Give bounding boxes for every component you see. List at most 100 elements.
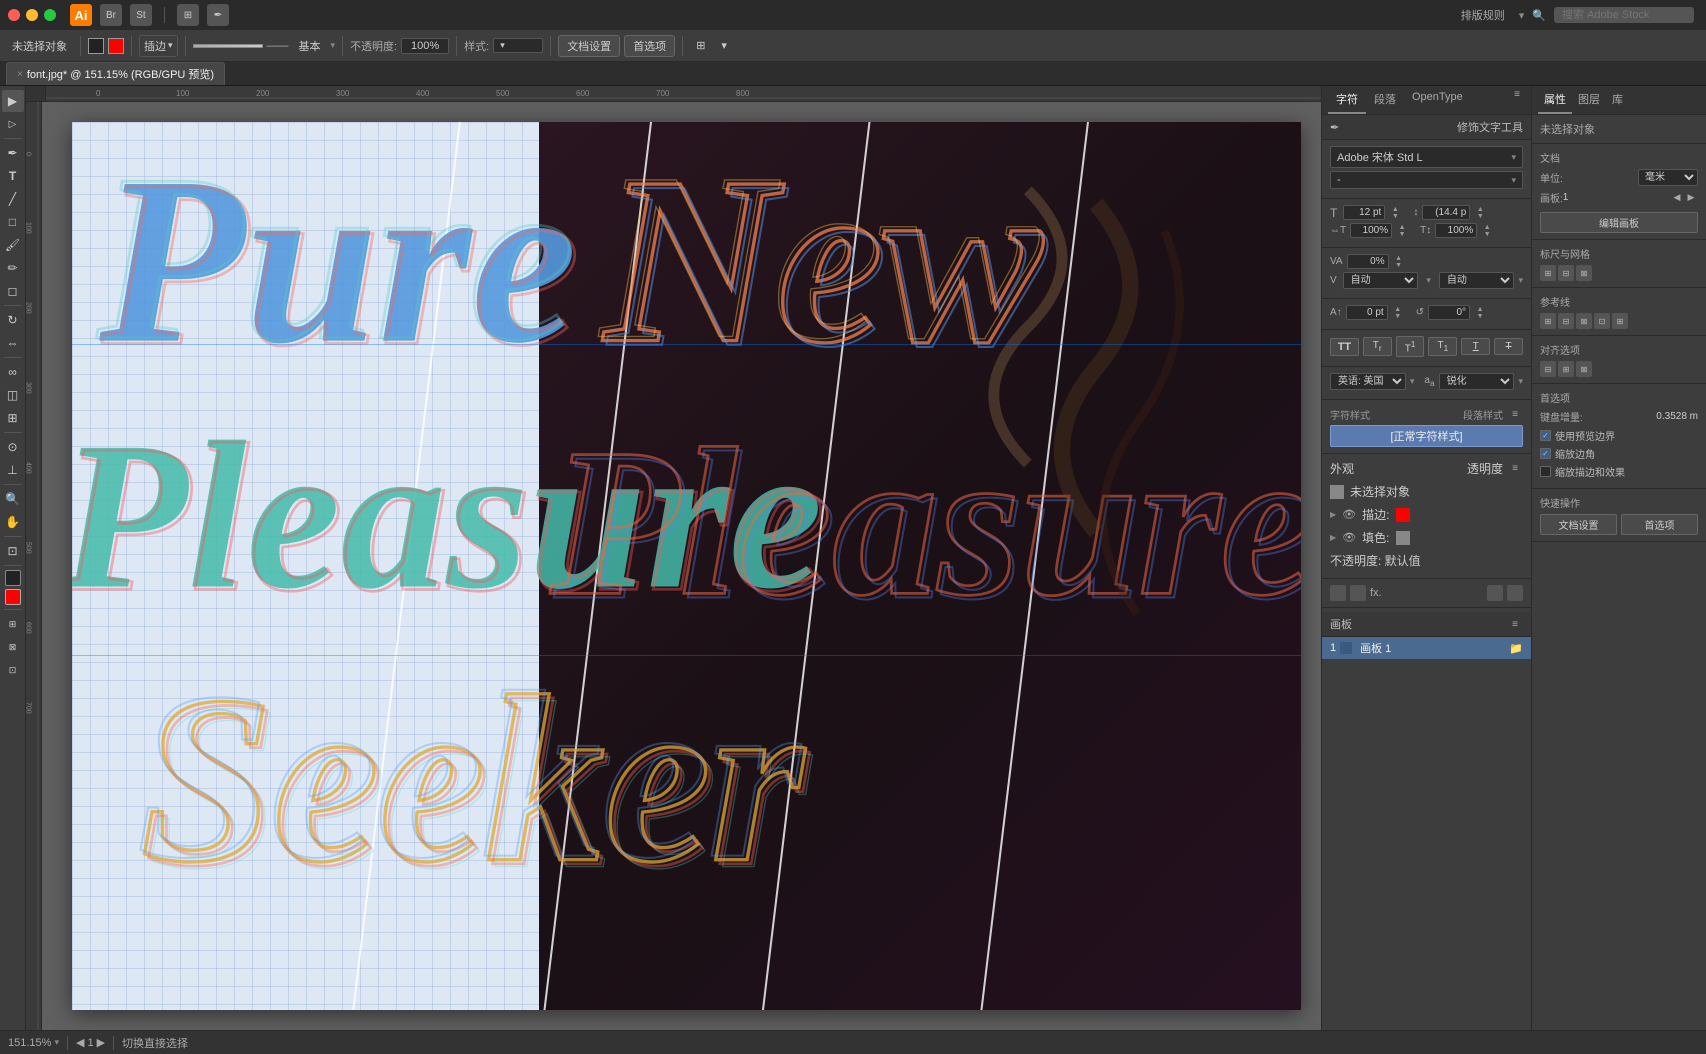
fill-swatch[interactable] [88,38,104,54]
hand-tool[interactable]: ✋ [2,511,24,533]
align-center-icon[interactable]: ⊞ [1558,361,1574,377]
file-tab[interactable]: × font.jpg* @ 151.15% (RGB/GPU 预览) [6,62,225,85]
preferences-btn[interactable]: 首选项 [624,35,675,57]
grid-icon[interactable]: ⊟ [1558,265,1574,281]
stroke-color-swatch[interactable] [1396,508,1410,522]
strikethrough-btn[interactable]: T [1494,338,1523,355]
grid-settings-icon[interactable]: ⊠ [1576,265,1592,281]
draw-outside[interactable]: ⊡ [2,659,24,681]
layout-rules-menu[interactable]: 排版规则 [1455,5,1511,25]
leading-spinner[interactable]: ▲▼ [1474,206,1486,220]
stroke-expand[interactable]: ▶ [1330,510,1336,519]
scale-corners-checkbox[interactable]: ✓ [1540,448,1551,459]
underline-btn[interactable]: T [1461,338,1490,355]
shape-tool[interactable]: □ [2,211,24,233]
direct-selection-tool[interactable]: ▷ [2,113,24,135]
scale-v-spinner[interactable]: ▲▼ [1481,224,1493,238]
align-left-icon[interactable]: ⊟ [1540,361,1556,377]
zoom-control[interactable]: 151.15% ▾ [8,1037,59,1049]
fill-color[interactable] [5,570,21,586]
close-btn[interactable] [8,9,20,21]
antialiasing-select[interactable]: 锐化 [1439,373,1515,390]
st-app-icon[interactable]: St [130,4,152,26]
fill-visibility-icon[interactable]: 👁 [1342,531,1356,545]
nav-next-btn[interactable]: ▶ [97,1036,105,1049]
pen-tool[interactable]: ✒ [2,142,24,164]
blend-tool[interactable]: ∞ [2,361,24,383]
duplicate-style-btn[interactable] [1487,585,1503,601]
gradient-tool[interactable]: ◫ [2,384,24,406]
normal-char-style-display[interactable]: [正常字符样式] [1330,425,1523,447]
doc-settings-btn[interactable]: 文档设置 [558,35,620,57]
artboard-1-row[interactable]: 1 画板 1 📁 [1322,637,1531,659]
scale-tool[interactable]: ⇔ [2,332,24,354]
baseline-input[interactable] [1346,305,1388,320]
normal-mode[interactable]: ⊞ [2,613,24,635]
language-select[interactable]: 英语: 美国 [1330,373,1406,390]
guide-icon-1[interactable]: ⊞ [1540,313,1556,329]
stroke-swatch[interactable] [108,38,124,54]
rotation-spinner[interactable]: ▲▼ [1474,306,1486,320]
clear-style-btn[interactable] [1350,585,1366,601]
rotation-input[interactable] [1428,305,1470,320]
all-caps-btn[interactable]: TT [1330,338,1359,356]
superscript-btn[interactable]: T1 [1396,336,1425,357]
preview-bounds-checkbox[interactable]: ✓ [1540,430,1551,441]
scale-h-input[interactable] [1350,223,1392,238]
pencil-tool[interactable]: ✏ [2,257,24,279]
tracking-spinner[interactable]: ▲▼ [1393,255,1405,269]
guide-icon-4[interactable]: ⊡ [1594,313,1610,329]
fill-expand[interactable]: ▶ [1330,533,1336,542]
tab-library[interactable]: 库 [1606,86,1629,114]
auto2-select[interactable]: 自动 [1439,272,1515,289]
selection-tool[interactable]: ▶ [2,90,24,112]
tab-opentype[interactable]: OpenType [1404,86,1471,114]
add-new-style-btn[interactable] [1330,585,1346,601]
subscript-btn[interactable]: T1 [1428,337,1457,356]
eyedropper-tool[interactable]: ⊙ [2,436,24,458]
eraser-tool[interactable]: ◻ [2,280,24,302]
tab-character[interactable]: 字符 [1328,86,1366,114]
mesh-tool[interactable]: ⊞ [2,407,24,429]
style-dropdown[interactable]: ▾ [493,38,543,53]
artboard-tool[interactable]: ⊡ [2,540,24,562]
text-tool[interactable]: T [2,165,24,187]
layout-icon[interactable]: ⊞ [177,4,199,26]
measure-tool[interactable]: ⊥ [2,459,24,481]
stroke-color[interactable] [5,589,21,605]
br-app-icon[interactable]: Br [100,4,122,26]
arrange-icon[interactable]: ⊞ [690,37,711,54]
guide-icon-3[interactable]: ⊠ [1576,313,1592,329]
canvas-document[interactable]: Pure Pure Pure New New New Pleasure Plea… [72,122,1301,1010]
ruler-icon[interactable]: ⊞ [1540,265,1556,281]
unit-select[interactable]: 毫米 [1638,169,1698,186]
fill-color-swatch[interactable] [1396,531,1410,545]
stock-search-input[interactable] [1554,7,1694,23]
more-icon[interactable]: ▾ [715,37,733,54]
tab-close-icon[interactable]: × [17,69,23,80]
scale-stroke-checkbox[interactable] [1540,466,1551,477]
font-name-selector[interactable]: Adobe 宋体 Std L ▾ [1330,146,1523,168]
style-menu-icon[interactable]: ≡ [1507,406,1523,422]
nav-prev-btn[interactable]: ◀ [76,1036,84,1049]
baseline-spinner[interactable]: ▲▼ [1392,306,1404,320]
ai-app-icon[interactable]: Ai [70,4,92,26]
auto1-select[interactable]: 自动 [1343,272,1419,289]
selection-swatch[interactable] [1330,485,1344,499]
pen-icon[interactable]: ✒ [207,4,229,26]
guide-icon-5[interactable]: ⊞ [1612,313,1628,329]
delete-style-btn[interactable] [1507,585,1523,601]
font-size-input[interactable] [1343,205,1385,220]
zoom-tool[interactable]: 🔍 [2,488,24,510]
maximize-btn[interactable] [44,9,56,21]
stroke-dropdown-arrow[interactable]: ▾ [331,40,336,51]
align-right-icon[interactable]: ⊠ [1576,361,1592,377]
interpolation-dropdown[interactable]: 插边 ▾ [139,35,178,57]
small-caps-btn[interactable]: Tr [1363,337,1392,356]
font-style-selector[interactable]: - ▾ [1330,171,1523,189]
opacity-input[interactable] [401,38,449,54]
appearance-menu-icon[interactable]: ≡ [1507,461,1523,477]
draw-inside[interactable]: ⊠ [2,636,24,658]
quick-prefs-btn[interactable]: 首选项 [1621,514,1698,535]
scale-h-spinner[interactable]: ▲▼ [1396,224,1408,238]
